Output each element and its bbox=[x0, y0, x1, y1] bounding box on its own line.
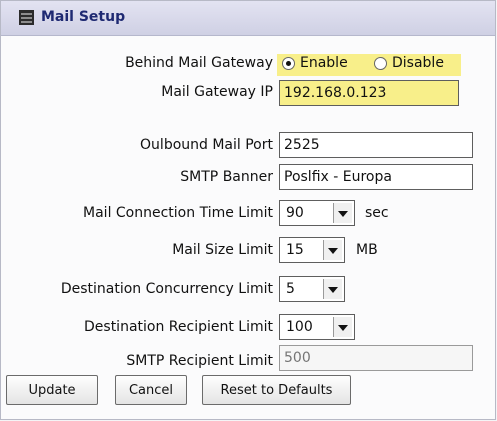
dest-recipient-value: 100 bbox=[286, 319, 313, 335]
dest-recipient-select[interactable]: 100 bbox=[279, 314, 355, 340]
conn-time-select[interactable]: 90 bbox=[279, 200, 355, 226]
outbound-port-input[interactable] bbox=[279, 132, 473, 158]
size-limit-unit: MB bbox=[356, 242, 378, 258]
enable-radio-label[interactable]: Enable bbox=[300, 55, 348, 71]
chevron-down-icon[interactable] bbox=[323, 279, 342, 299]
size-limit-label: Mail Size Limit bbox=[172, 242, 273, 258]
size-limit-select[interactable]: 15 bbox=[279, 237, 345, 263]
chevron-down-icon[interactable] bbox=[333, 203, 352, 223]
chevron-down-icon[interactable] bbox=[333, 317, 352, 337]
cancel-button[interactable]: Cancel bbox=[115, 375, 187, 405]
radio-selected-dot bbox=[286, 61, 291, 66]
size-limit-value: 15 bbox=[286, 242, 304, 258]
mail-setup-panel: Mail Setup Behind Mail Gateway Enable Di… bbox=[0, 0, 496, 420]
disable-radio[interactable] bbox=[374, 57, 387, 70]
reset-defaults-button[interactable]: Reset to Defaults bbox=[202, 375, 351, 405]
enable-radio[interactable] bbox=[282, 57, 295, 70]
update-button[interactable]: Update bbox=[6, 375, 98, 405]
dest-concurrency-label: Destination Concurrency Limit bbox=[60, 281, 273, 297]
outbound-port-label: Oulbound Mail Port bbox=[140, 137, 273, 153]
chevron-down-icon[interactable] bbox=[323, 240, 342, 260]
dest-concurrency-select[interactable]: 5 bbox=[279, 276, 345, 302]
smtp-recipient-label: SMTP Recipient Limit bbox=[126, 353, 273, 369]
dest-concurrency-value: 5 bbox=[286, 281, 295, 297]
gateway-ip-input[interactable] bbox=[279, 80, 459, 106]
smtp-banner-input[interactable] bbox=[279, 164, 473, 190]
behind-gateway-label: Behind Mail Gateway bbox=[125, 55, 273, 71]
page-title: Mail Setup bbox=[41, 9, 126, 25]
conn-time-unit: sec bbox=[365, 205, 389, 221]
mail-setup-icon bbox=[19, 10, 34, 25]
smtp-recipient-input[interactable] bbox=[279, 345, 473, 371]
smtp-banner-label: SMTP Banner bbox=[180, 169, 273, 185]
disable-radio-label[interactable]: Disable bbox=[392, 55, 444, 71]
conn-time-label: Mail Connection Time Limit bbox=[83, 205, 273, 221]
conn-time-value: 90 bbox=[286, 205, 304, 221]
panel-header: Mail Setup bbox=[1, 1, 495, 36]
gateway-ip-label: Mail Gateway IP bbox=[161, 84, 273, 100]
dest-recipient-label: Destination Recipient Limit bbox=[84, 319, 273, 335]
